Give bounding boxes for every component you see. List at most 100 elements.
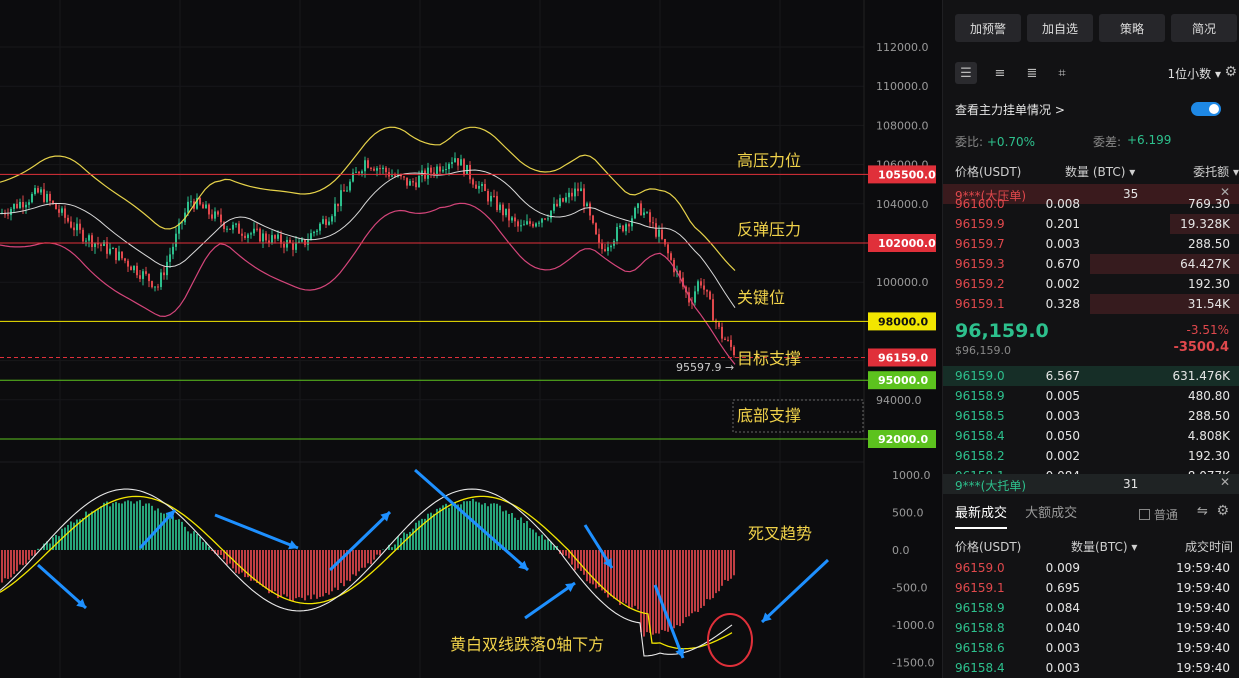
candle-body	[574, 188, 576, 197]
main-orders-toggle[interactable]	[1191, 102, 1221, 116]
bid-row[interactable]: 96158.9 0.005 480.80	[943, 386, 1239, 406]
macd-bar	[715, 550, 717, 594]
ask-amount: 288.50	[1188, 237, 1230, 251]
bid-price: 96158.2	[955, 449, 1005, 463]
asks-view-icon[interactable]: ≣	[1021, 62, 1043, 84]
bid-amount: 631.476K	[1172, 369, 1231, 383]
ask-amount: 64.427K	[1180, 257, 1230, 271]
macd-bar	[490, 503, 492, 550]
macd-bar	[115, 501, 117, 550]
bid-price: 96158.9	[955, 389, 1005, 403]
last-price-usd: $96,159.0	[955, 344, 1011, 357]
macd-bar	[463, 501, 465, 550]
settings-icon[interactable]: ⚙	[1216, 503, 1229, 519]
candle-body	[403, 176, 405, 178]
col-qty[interactable]: 数量 (BTC) ▾	[1065, 163, 1135, 180]
bids-view-icon[interactable]: ≡	[989, 62, 1011, 84]
macd-bar	[523, 523, 525, 550]
candle-body	[430, 167, 432, 173]
candle-body	[589, 203, 591, 216]
col-price[interactable]: 价格(USDT)	[955, 165, 1021, 179]
trade-time: 19:59:40	[1176, 561, 1230, 575]
macd-bar	[148, 503, 150, 550]
ask-qty: 0.008	[1045, 197, 1080, 211]
add-alert-button[interactable]: 加预警	[955, 14, 1021, 42]
annotation-bottom-support: 底部支撑	[737, 406, 801, 425]
macd-bar	[58, 536, 60, 550]
add-watchlist-button[interactable]: 加自选	[1027, 14, 1093, 42]
ask-row[interactable]: 96160.0 0.008 769.30	[943, 194, 1239, 214]
strategy-button[interactable]: 策略	[1099, 14, 1165, 42]
macd-bar	[487, 506, 489, 550]
bid-row[interactable]: 96159.0 6.567 631.476K	[943, 366, 1239, 386]
candle-body	[52, 200, 54, 204]
main-orders-row: 查看主力挂单情况 >	[955, 101, 1231, 118]
chart-canvas[interactable]: 112000.0110000.0108000.0106000.0104000.0…	[0, 0, 940, 678]
candle-body	[166, 261, 168, 276]
trade-time: 19:59:40	[1176, 641, 1230, 655]
macd-bar	[607, 550, 609, 598]
ask-amount: 192.30	[1188, 277, 1230, 291]
ask-row[interactable]: 96159.7 0.003 288.50	[943, 234, 1239, 254]
macd-bar	[37, 548, 39, 550]
col-amount[interactable]: 委托额 ▾	[1193, 163, 1239, 180]
candle-body	[427, 167, 429, 179]
candle-body	[361, 171, 363, 174]
macd-bar	[595, 550, 597, 589]
macd-bar	[631, 550, 633, 608]
macd-bar	[622, 550, 624, 603]
bid-row[interactable]: 96158.4 0.050 4.808K	[943, 426, 1239, 446]
macd-bar	[304, 550, 306, 601]
tab-large-trades[interactable]: 大额成交	[1025, 506, 1077, 521]
macd-bar	[445, 503, 447, 550]
candle-body	[664, 239, 666, 245]
trade-price: 96158.9	[955, 601, 1005, 615]
macd-bar	[685, 550, 687, 618]
macd-bar	[433, 513, 435, 550]
trade-col-qty[interactable]: 数量(BTC) ▾	[1071, 538, 1137, 555]
candle-body	[697, 281, 699, 292]
filter-icon[interactable]: ⇋	[1197, 504, 1208, 519]
big-bid-bar[interactable]: 9***(大托单) 31 ✕	[943, 474, 1239, 494]
tab-latest-trades[interactable]: 最新成交	[955, 506, 1008, 529]
candle-body	[10, 208, 12, 216]
candle-body	[484, 184, 486, 191]
macd-bar	[370, 550, 372, 565]
macd-bar	[514, 517, 516, 550]
close-icon[interactable]: ✕	[1220, 475, 1230, 489]
settings-icon[interactable]: ⚙	[1224, 64, 1237, 80]
price-chart[interactable]: 112000.0 110000.0 108000.0 106000.0 104000.0…	[0, 0, 940, 678]
candle-body	[355, 171, 357, 173]
normal-label: 普通	[1153, 508, 1178, 522]
candle-body	[478, 185, 480, 189]
normal-filter[interactable]: 普通	[1139, 506, 1178, 523]
candle-body	[475, 184, 477, 189]
candle-body	[712, 299, 714, 321]
both-sides-view-icon[interactable]: ☰	[955, 62, 977, 84]
depth-view-icon[interactable]: ⌗	[1051, 62, 1073, 84]
bid-row[interactable]: 96158.5 0.003 288.50	[943, 406, 1239, 426]
ask-row[interactable]: 96159.1 0.328 31.54K	[943, 294, 1239, 314]
overview-button[interactable]: 简况	[1171, 14, 1237, 42]
macd-bar	[133, 503, 135, 550]
trades-tabs: 最新成交 大额成交	[955, 502, 1077, 529]
candle-body	[328, 221, 330, 225]
trade-price: 96159.0	[955, 561, 1005, 575]
candle-body	[520, 225, 522, 227]
candle-body	[694, 291, 696, 303]
normal-checkbox[interactable]	[1139, 509, 1150, 520]
macd-bar	[391, 547, 393, 550]
macd-bar	[532, 529, 534, 550]
candle-body	[130, 266, 132, 271]
candle-body	[373, 168, 375, 171]
main-orders-link[interactable]: 查看主力挂单情况 >	[955, 103, 1065, 117]
decimal-select[interactable]: 1位小数 ▾	[1168, 65, 1221, 82]
candle-body	[235, 223, 237, 225]
ask-row[interactable]: 96159.9 0.201 19.328K	[943, 214, 1239, 234]
candle-body	[49, 193, 51, 201]
macd-bar	[199, 536, 201, 550]
ask-row[interactable]: 96159.2 0.002 192.30	[943, 274, 1239, 294]
bid-row[interactable]: 96158.2 0.002 192.30	[943, 446, 1239, 466]
ask-row[interactable]: 96159.3 0.670 64.427K	[943, 254, 1239, 274]
macd-bar	[421, 518, 423, 550]
